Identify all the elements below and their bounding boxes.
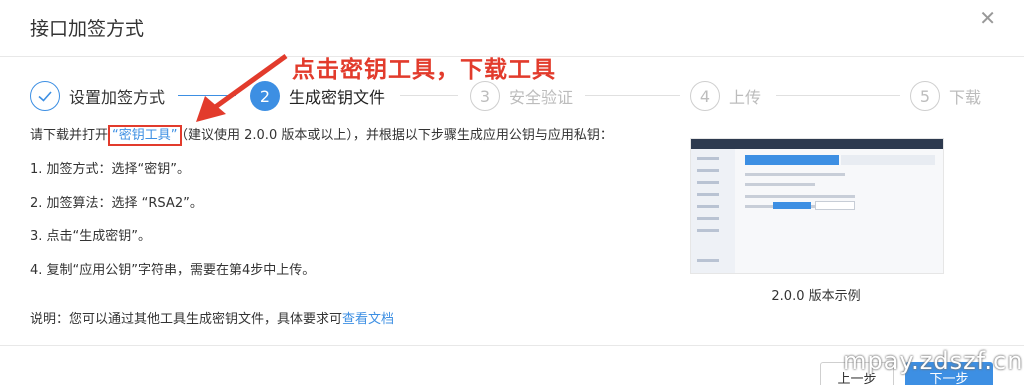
annotation-text: 点击密钥工具，下载工具 (292, 57, 556, 83)
stepper: 设置加签方式 2 生成密钥文件 3 安全验证 4 上传 5 下载 (0, 78, 1024, 118)
dialog-title: 接口加签方式 (30, 18, 145, 40)
preview-titlebar (691, 139, 943, 149)
instruction-item: 3. 点击“生成密钥”。 (30, 229, 152, 244)
close-icon[interactable]: ✕ (979, 8, 996, 28)
preview-tab (745, 155, 839, 165)
tool-preview-image (690, 138, 944, 274)
step-label: 生成密钥文件 (289, 88, 386, 107)
step-connector (178, 95, 236, 96)
instruction-item: 2. 加签算法：选择 “RSA2”。 (30, 196, 203, 211)
step-4: 4 上传 (690, 78, 761, 114)
key-tool-highlight: “密钥工具” (108, 125, 182, 146)
step-connector (585, 95, 680, 96)
instruction-item: 4. 复制“应用公钥”字符串，需要在第4步中上传。 (30, 263, 316, 278)
step-number: 5 (910, 81, 940, 111)
intro-prefix: 请下载并打开 (30, 128, 109, 143)
step-number: 4 (690, 81, 720, 111)
key-tool-link[interactable]: “密钥工具” (112, 128, 177, 143)
note-prefix: 说明：您可以通过其他工具生成密钥文件，具体要求可 (30, 312, 343, 327)
view-docs-link[interactable]: 查看文档 (342, 312, 394, 327)
preview-sidebar (691, 149, 735, 273)
note-text: 说明：您可以通过其他工具生成密钥文件，具体要求可查看文档 (30, 308, 394, 327)
step-label: 下载 (949, 88, 982, 107)
dialog-header: 接口加签方式 ✕ (0, 0, 1024, 57)
check-icon (30, 81, 60, 111)
step-label: 安全验证 (509, 88, 574, 107)
step-number: 3 (470, 81, 500, 111)
intro-text: 请下载并打开 “密钥工具” （建议使用 2.0.0 版本或以上），并根据以下步骤生成… (30, 124, 613, 146)
step-5: 5 下载 (910, 78, 981, 114)
step-label: 上传 (729, 88, 762, 107)
step-connector (400, 95, 458, 96)
watermark: mpay.zdszf.cn (843, 347, 1024, 375)
dialog: 接口加签方式 ✕ 设置加签方式 2 生成密钥文件 3 安全验证 4 上传 5 下… (0, 0, 1024, 385)
intro-suffix: （建议使用 2.0.0 版本或以上），并根据以下步骤生成应用公钥与应用私钥： (181, 128, 613, 143)
step-label: 设置加签方式 (69, 88, 166, 107)
instruction-item: 1. 加签方式：选择“密钥”。 (30, 162, 191, 177)
step-1: 设置加签方式 (30, 78, 165, 114)
preview-tab (841, 155, 935, 165)
step-connector (776, 95, 900, 96)
preview-caption: 2.0.0 版本示例 (771, 289, 861, 304)
step-number: 2 (250, 81, 280, 111)
